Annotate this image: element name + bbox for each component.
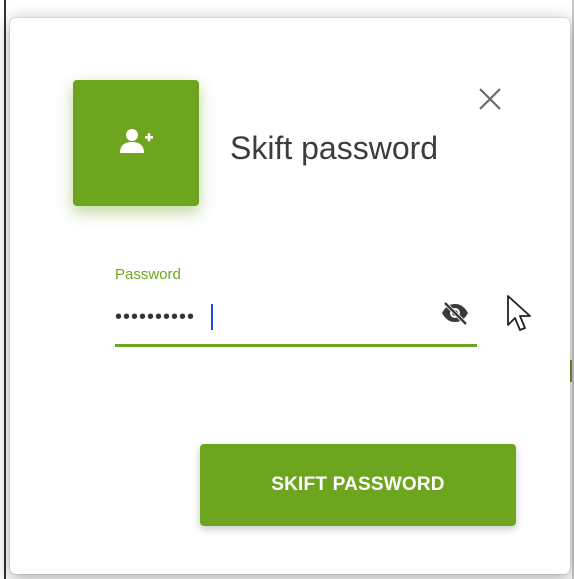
dialog-header-icon-card [73, 80, 199, 206]
password-field: Password [115, 266, 477, 350]
close-button[interactable] [473, 84, 507, 118]
text-caret [211, 304, 213, 330]
change-password-button[interactable]: SKIFT PASSWORD [200, 444, 516, 526]
password-label: Password [115, 266, 181, 283]
password-field-underline [115, 344, 477, 347]
password-input[interactable] [115, 302, 425, 332]
toggle-password-visibility-button[interactable] [435, 298, 475, 332]
add-user-icon [119, 128, 153, 159]
mouse-cursor-icon [505, 294, 535, 334]
close-icon [477, 86, 503, 117]
background-divider [4, 0, 6, 579]
dialog-title: Skift password [230, 130, 439, 166]
visibility-off-icon [440, 301, 470, 330]
change-password-dialog: Skift password Password S [10, 18, 570, 574]
